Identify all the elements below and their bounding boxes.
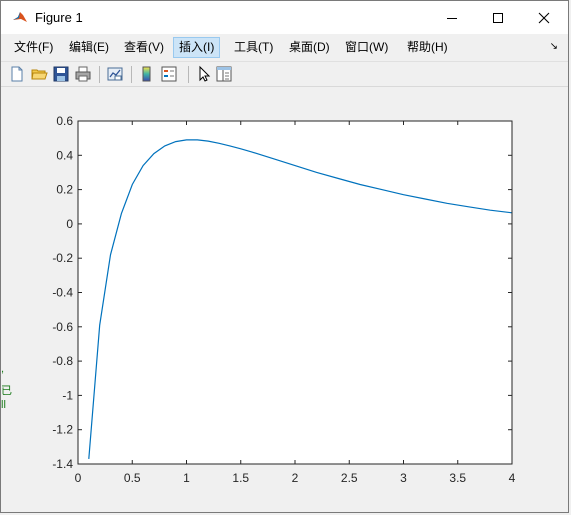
maximize-button[interactable] — [475, 1, 521, 34]
matlab-logo-icon — [12, 9, 28, 25]
y-tick-label: -1.2 — [52, 423, 73, 437]
x-tick-label: 2 — [292, 471, 299, 485]
x-tick-label: 3 — [400, 471, 407, 485]
menu-desktop[interactable]: 桌面(D) — [284, 37, 335, 58]
y-tick-label: 0.2 — [56, 183, 73, 197]
figure-toolbar — [1, 61, 568, 87]
plot-svg: 0 0.5 1 1.5 2 2.5 3 3.5 4 0.6 0.4 0.2 0 -0.2 -0.4 -0.6 -… — [52, 114, 516, 485]
toolbar-separator — [131, 66, 132, 83]
close-icon — [538, 12, 550, 23]
save-icon[interactable] — [52, 65, 70, 83]
y-tick-label: -1 — [62, 388, 73, 402]
menu-view[interactable]: 查看(V) — [119, 37, 169, 58]
toolbar-separator — [188, 66, 189, 83]
background-text-fragment: ll — [1, 399, 6, 411]
colorbar-icon[interactable] — [138, 65, 156, 83]
maximize-icon — [493, 12, 503, 23]
y-tick-label: -1.4 — [52, 457, 73, 471]
menu-overflow-arrow-icon[interactable]: ↘ — [550, 41, 558, 52]
menu-edit[interactable]: 编辑(E) — [64, 37, 114, 58]
x-tick-label: 1 — [183, 471, 190, 485]
figure-canvas[interactable]: 0 0.5 1 1.5 2 2.5 3 3.5 4 0.6 0.4 0.2 0 -0.2 -0.4 -0.6 -… — [3, 88, 568, 512]
y-tick-label: -0.4 — [52, 286, 73, 300]
x-tick-label: 3.5 — [449, 471, 466, 485]
y-tick-label: -0.2 — [52, 251, 73, 265]
close-button[interactable] — [521, 1, 567, 34]
menu-tools[interactable]: 工具(T) — [229, 37, 278, 58]
minimize-icon — [447, 17, 457, 19]
x-tick-label: 0.5 — [124, 471, 141, 485]
y-tick-label: 0.6 — [56, 114, 73, 128]
window-title: Figure 1 — [35, 10, 83, 25]
y-tick-label: 0.4 — [56, 148, 73, 162]
figure-window: Figure 1 文件(F) 编辑(E) 查看(V) 插入(I) 工具(T) 桌… — [0, 0, 569, 513]
minimize-button[interactable] — [429, 1, 475, 34]
new-figure-icon[interactable] — [8, 65, 26, 83]
axes-background — [78, 121, 512, 464]
x-tick-label: 1.5 — [232, 471, 249, 485]
link-plot-icon[interactable] — [106, 65, 124, 83]
menu-file[interactable]: 文件(F) — [9, 37, 58, 58]
menu-help[interactable]: 帮助(H) — [402, 37, 453, 58]
menu-window[interactable]: 窗口(W) — [340, 37, 393, 58]
background-text-fragment: , — [1, 363, 5, 375]
edit-plot-arrow-icon[interactable] — [195, 65, 213, 83]
x-tick-label: 4 — [509, 471, 516, 485]
background-text-fragment: 已 — [1, 385, 12, 397]
toolbar-separator — [99, 66, 100, 83]
y-tick-label: -0.8 — [52, 354, 73, 368]
legend-icon[interactable] — [160, 65, 178, 83]
y-tick-label: 0 — [66, 217, 73, 231]
x-tick-label: 2.5 — [341, 471, 358, 485]
title-bar[interactable]: Figure 1 — [1, 1, 568, 34]
property-inspector-icon[interactable] — [215, 65, 233, 83]
x-tick-label: 0 — [75, 471, 82, 485]
print-icon[interactable] — [74, 65, 92, 83]
y-tick-label: -0.6 — [52, 320, 73, 334]
open-file-icon[interactable] — [30, 65, 48, 83]
menu-insert[interactable]: 插入(I) — [173, 37, 221, 58]
menu-bar: 文件(F) 编辑(E) 查看(V) 插入(I) 工具(T) 桌面(D) 窗口(W… — [1, 35, 568, 60]
